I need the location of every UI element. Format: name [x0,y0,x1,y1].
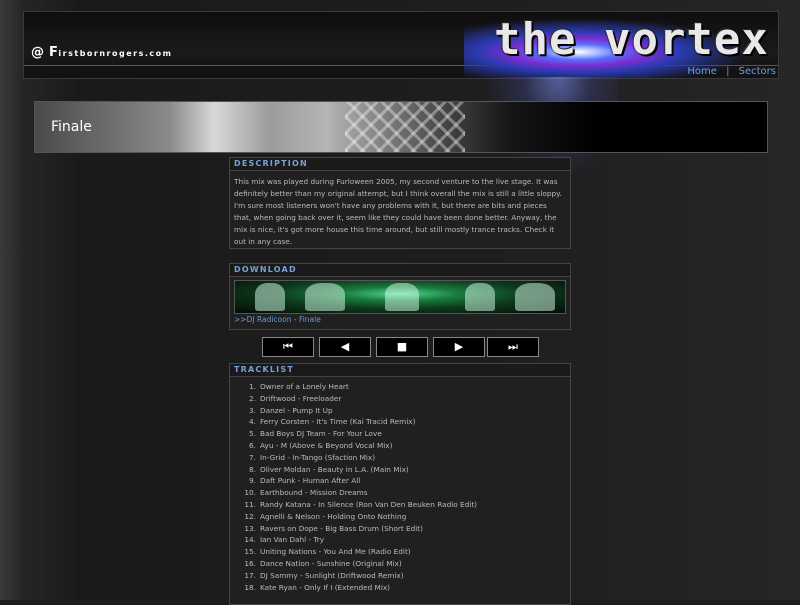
track-number: 3. [249,405,256,415]
track-item: 6. Ayu - M (Above & Beyond Vocal Mix) [230,440,570,452]
page-banner: Finale [34,101,768,153]
skip-forward-button[interactable]: ⏭ [487,337,539,357]
track-title: Bad Boys DJ Team - For Your Love [260,429,382,439]
track-number: 2. [249,393,256,403]
track-number: 6. [249,440,256,450]
track-item: 8. Oliver Moldan - Beauty in L.A. (Main M… [230,464,570,476]
track-item: 15. Uniting Nations - You And Me (Radio E… [230,546,570,558]
track-title: Daft Punk - Human After All [260,476,361,486]
play-button[interactable]: ▶ [433,337,485,357]
download-image[interactable] [234,280,566,314]
skip-back-button[interactable]: ⏮ [262,337,314,357]
nav-sectors-link[interactable]: Sectors [739,66,776,77]
track-title: Ravers on Dope - Big Bass Drum (Short Ed… [260,523,423,533]
stop-button[interactable]: ■ [376,337,428,357]
site-domain: irstbornrogers.com [58,49,173,58]
track-number: 16. [244,558,256,568]
track-item: 5. Bad Boys DJ Team - For Your Love [230,428,570,440]
track-number: 8. [249,464,256,474]
crowd-figure [255,283,285,311]
tracklist-panel: TRACKLIST 1. Owner of a Lonely Heart 2. Dri… [229,363,571,605]
track-item: 16. Dance Nation - Sunshine (Original Mix… [230,558,570,570]
page-title: Finale [51,119,92,135]
track-number: 7. [249,452,256,462]
track-item: 7. In-Grid - In-Tango (Sfaction Mix) [230,452,570,464]
track-title: Earthbound - Mission Dreams [260,488,368,498]
track-title: Ian Van Dahl - Try [260,535,325,545]
track-number: 1. [249,382,256,391]
tracklist-heading: TRACKLIST [230,364,570,377]
track-title: Agnelli & Nelson - Holding Onto Nothing [260,511,407,521]
at-symbol: @ [31,45,44,60]
description-heading: DESCRIPTION [230,158,570,171]
track-number: 14. [244,535,256,545]
track-item: 4. Ferry Corsten - It's Time (Kai Tracid … [230,416,570,428]
track-number: 11. [244,499,256,509]
crowd-figure [385,283,419,311]
track-number: 4. [249,417,256,427]
crowd-figure [305,283,345,311]
download-link[interactable]: >>DJ Radicoon - Finale [234,315,321,324]
track-item: 13. Ravers on Dope - Big Bass Drum (Short… [230,523,570,535]
track-title: DJ Sammy - Sunlight (Driftwood Remix) [260,570,404,580]
crowd-figure [515,283,555,311]
track-item: 14. Ian Van Dahl - Try [230,534,570,546]
description-panel: DESCRIPTION This mix was played during F… [229,157,571,249]
track-number: 15. [244,547,256,557]
rewind-button[interactable]: ◀ [319,337,371,357]
track-number: 10. [244,488,256,498]
track-title: Danzel - Pump It Up [260,405,333,415]
track-number: 18. [244,582,256,592]
track-title: Oliver Moldan - Beauty in L.A. (Main Mix… [260,464,409,474]
track-number: 12. [244,511,256,521]
track-title: Ferry Corsten - It's Time (Kai Tracid Re… [260,417,416,427]
nav-home-link[interactable]: Home [687,66,717,77]
site-name[interactable]: @ Firstbornrogers.com [31,45,172,60]
banner-photo [35,102,595,152]
track-title: Randy Katana - In Silence (Ron Van Den B… [260,499,478,509]
crowd-figure [465,283,495,311]
site-header: @ Firstbornrogers.com the vortex Home | … [23,11,779,79]
track-item: 11. Randy Katana - In Silence (Ron Van De… [230,499,570,511]
download-panel: DOWNLOAD >>DJ Radicoon - Finale [229,263,571,330]
track-title: Uniting Nations - You And Me (Radio Edit… [260,547,411,557]
banner-lattice [345,102,465,152]
site-initial: F [49,45,59,60]
description-text: This mix was played during Furloween 200… [234,177,562,246]
track-title: In-Grid - In-Tango (Sfaction Mix) [260,452,376,462]
nav-separator: | [726,66,730,77]
track-title: Kate Ryan - Only If I (Extended Mix) [260,582,391,592]
track-number: 13. [244,523,256,533]
track-item: 17. DJ Sammy - Sunlight (Driftwood Remix) [230,570,570,582]
track-item: 9. Daft Punk - Human After All [230,475,570,487]
download-heading: DOWNLOAD [230,264,570,277]
track-item: 3. Danzel - Pump It Up [230,405,570,417]
track-item: 18. Kate Ryan - Only If I (Extended Mix) [230,582,570,594]
track-number: 5. [249,429,256,439]
track-number: 17. [244,570,256,580]
top-nav: Home | Sectors [687,66,776,77]
track-item: 10. Earthbound - Mission Dreams [230,487,570,499]
logo-text: the vortex [494,14,769,65]
track-item: 1. Owner of a Lonely Heart [230,381,570,393]
track-number: 9. [249,476,256,486]
track-title: Ayu - M (Above & Beyond Vocal Mix) [260,440,393,450]
track-item: 2. Driftwood - Freeloader [230,393,570,405]
tracklist: 1. Owner of a Lonely Heart 2. Driftwood - F… [230,377,570,593]
track-title: Dance Nation - Sunshine (Original Mix) [260,558,402,568]
track-title: Owner of a Lonely Heart [260,382,349,391]
track-item: 12. Agnelli & Nelson - Holding Onto Nothi… [230,511,570,523]
track-title: Driftwood - Freeloader [260,393,342,403]
player-controls: ⏮ ◀ ■ ▶ ⏭ [262,337,542,357]
